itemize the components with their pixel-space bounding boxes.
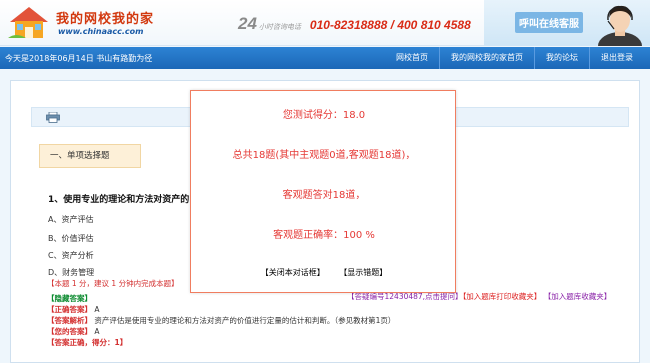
option-c: C、资产分析 [48, 251, 94, 260]
online-service-box: 呼叫在线客服 [484, 0, 650, 46]
summary-text: 总共18题(其中主观题0道,客观题18道)， [232, 150, 416, 161]
score-text: 您测试得分：18.0 [282, 110, 366, 121]
question-meta: 【本题 1 分，建议 1 分钟内完成本题】 [47, 279, 179, 288]
service-agent-icon [598, 5, 642, 46]
dialog-buttons: 【关闭本对话框】 【显示错题】 [191, 267, 457, 278]
logo-name[interactable]: 我的网校我的家 [56, 8, 154, 27]
hotline-label: 小时咨询电话 [258, 23, 301, 31]
house-logo-icon[interactable] [6, 4, 52, 40]
print-icon[interactable] [46, 112, 60, 123]
hide-answer-link[interactable]: 【隐藏答案】 [47, 294, 92, 303]
nav-item-logout[interactable]: 退出登录 [589, 47, 644, 69]
correct-count-text: 客观题答对18道， [282, 190, 366, 201]
your-answer-value: A [94, 327, 100, 336]
accuracy-text: 客观题正确率：100 % [273, 230, 375, 241]
your-answer-label: 【您的答案】 [47, 327, 92, 336]
correct-answer-label: 【正确答案】 [47, 305, 92, 314]
result-dialog: 您测试得分：18.0 总共18题(其中主观题0道,客观题18道)， 客观题答对1… [190, 90, 456, 293]
nav-links: 网校首页 我的网校我的家首页 我的论坛 退出登录 [385, 47, 644, 69]
question-title: 1、使用专业的理论和方法对资产的 [48, 195, 190, 205]
answer-block: 【隐藏答案】 【正确答案】 A 【答案解析】 资产评估是使用专业的理论和方法对资… [47, 293, 631, 348]
option-b: B、价值评估 [48, 234, 94, 243]
nav-item-my-home[interactable]: 我的网校我的家首页 [439, 47, 534, 69]
show-wrong-button[interactable]: 【显示错题】 [339, 267, 387, 278]
date-text: 今天是2018年06月14日 书山有路勤为径 [5, 54, 153, 63]
score-result: 【答案正确，得分：1】 [47, 338, 128, 347]
close-dialog-button[interactable]: 【关闭本对话框】 [261, 267, 325, 278]
analysis-label: 【答案解析】 [47, 316, 92, 325]
correct-answer-value: A [94, 305, 100, 314]
analysis-text: 资产评估是使用专业的理论和方法对资产的价值进行定量的估计和判断。（参见教材第1页… [94, 316, 396, 325]
nav-item-home[interactable]: 网校首页 [385, 47, 439, 69]
logo-url[interactable]: www.chinaacc.com [58, 27, 143, 36]
online-service-button[interactable]: 呼叫在线客服 [515, 12, 583, 33]
section-tab: 一、单项选择题 [39, 144, 141, 168]
top-nav: 今天是2018年06月14日 书山有路勤为径 网校首页 我的网校我的家首页 我的… [0, 47, 650, 69]
hotline: 24 小时咨询电话 010-82318888 / 400 810 4588 [238, 14, 471, 34]
nav-item-forum[interactable]: 我的论坛 [534, 47, 589, 69]
option-a: A、资产评估 [48, 215, 94, 224]
hotline-phones: 010-82318888 / 400 810 4588 [309, 18, 471, 32]
hotline-hours: 24 [238, 14, 257, 33]
site-header: 我的网校我的家 www.chinaacc.com 24 小时咨询电话 010-8… [0, 0, 650, 46]
option-d: D、财务管理 [48, 268, 95, 277]
